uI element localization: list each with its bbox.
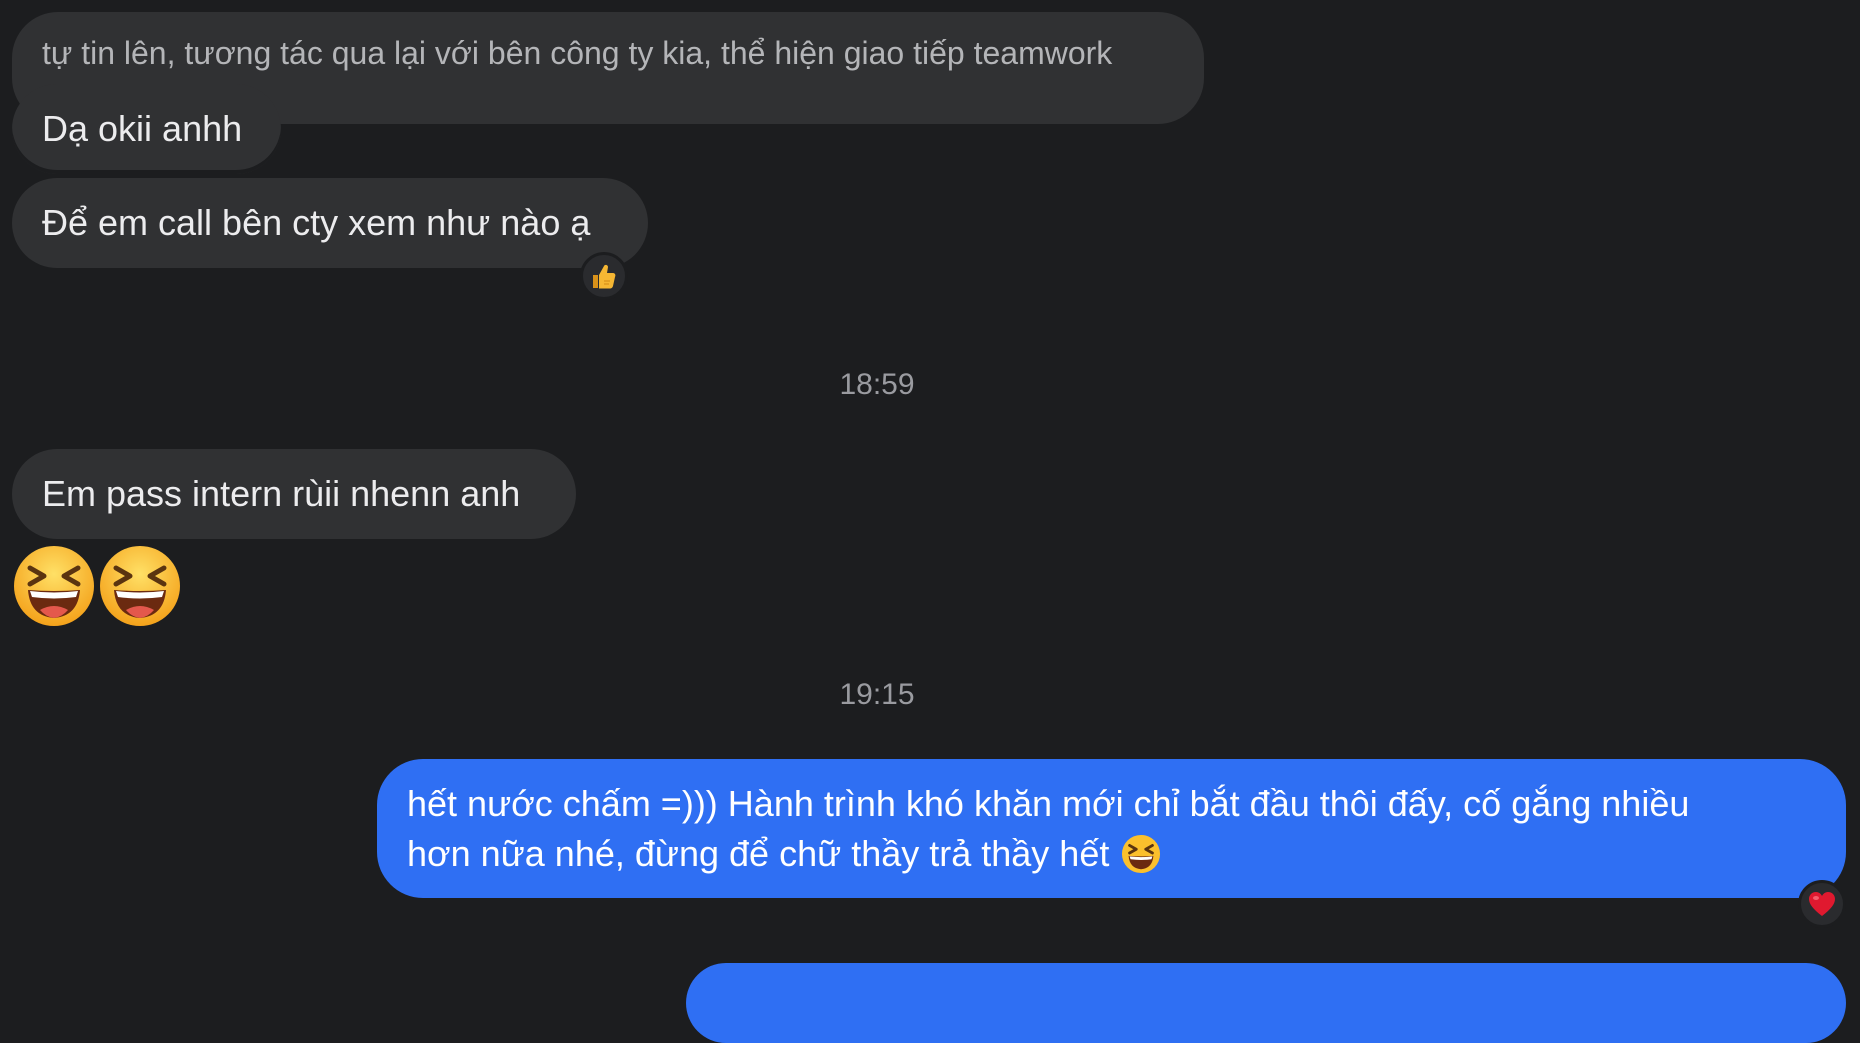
message-bubble-outgoing[interactable]: hết nước chấm =))) Hành trình khó khăn m… bbox=[377, 759, 1846, 898]
heart-icon[interactable] bbox=[1798, 880, 1846, 928]
laughing-face-icon[interactable] bbox=[12, 544, 96, 628]
timestamp: 19:15 bbox=[839, 678, 915, 711]
message-bubble-incoming[interactable]: Em pass intern rùii nhenn anh bbox=[12, 449, 576, 539]
laughing-face-icon bbox=[1121, 834, 1161, 874]
message-text-line: hết nước chấm =))) Hành trình khó khăn m… bbox=[407, 783, 1690, 824]
laughing-face-icon[interactable] bbox=[98, 544, 182, 628]
thumbs-up-icon[interactable] bbox=[580, 252, 628, 300]
message-text: Em pass intern rùii nhenn anh bbox=[42, 473, 521, 514]
message-text-line: hơn nữa nhé, đừng để chữ thầy trả thầy h… bbox=[407, 833, 1110, 874]
message-bubble-incoming[interactable]: Để em call bên cty xem như nào ạ bbox=[12, 178, 648, 268]
timestamp: 18:59 bbox=[839, 368, 915, 401]
message-text: Để em call bên cty xem như nào ạ bbox=[42, 202, 591, 243]
message-bubble-outgoing[interactable] bbox=[686, 963, 1846, 1043]
message-text: tự tin lên, tương tác qua lại với bên cô… bbox=[42, 35, 1113, 71]
message-text: Dạ okii anhh bbox=[42, 108, 243, 149]
message-bubble-incoming[interactable]: Dạ okii anhh bbox=[12, 84, 281, 174]
